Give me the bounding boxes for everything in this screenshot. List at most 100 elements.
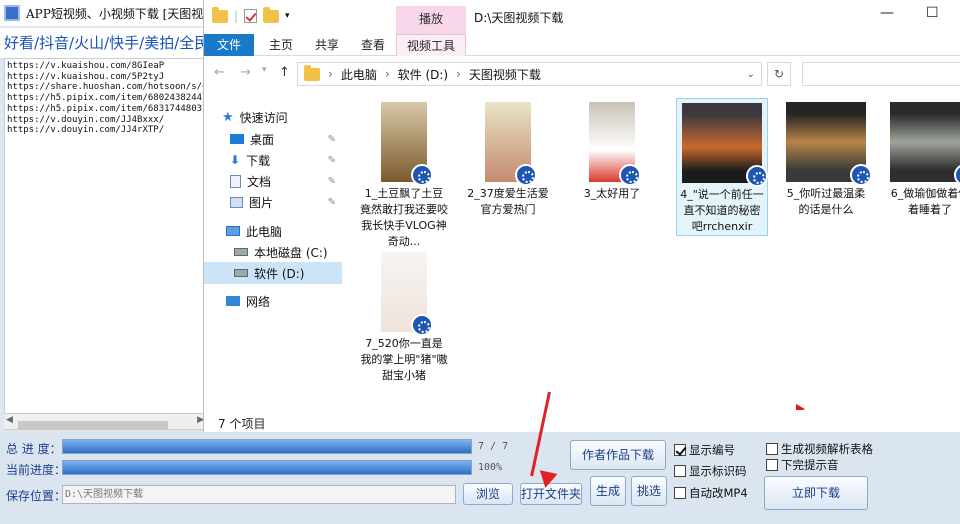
play-marker-icon [796, 404, 805, 410]
nav-label: 快速访问 [239, 110, 288, 125]
nav-label: 图片 [249, 195, 274, 210]
file-item[interactable]: 5_你听过最温柔的话是什么 [780, 98, 872, 218]
forward-icon[interactable]: → [240, 65, 251, 80]
pick-button[interactable]: 挑选 [631, 476, 667, 506]
status-bar: 7 个项目 [218, 417, 266, 431]
checkbox-box[interactable] [674, 487, 686, 499]
download-now-button[interactable]: 立即下载 [764, 476, 868, 510]
minimize-icon[interactable]: — [880, 5, 894, 21]
explorer-titlebar: | ▾ 播放 D:\天图视频下载 — ☐ [204, 0, 960, 34]
breadcrumb-item[interactable]: 软件 (D:) [398, 66, 448, 83]
show-id-checkbox[interactable]: 显示标识码 [674, 463, 747, 479]
network-icon [226, 296, 240, 306]
new-folder-icon[interactable] [263, 6, 280, 23]
checkbox-box[interactable] [766, 443, 778, 455]
checkbox-label: 自动改MP4 [689, 486, 748, 500]
file-item[interactable]: 7_520你一直是我的掌上明"猪"嗷甜宝小猪 [358, 248, 450, 384]
file-list: 1_土豆飘了土豆竟然敢打我还要咬我长快手VLOG神奇动... 2_37度爱生活爱… [344, 92, 960, 410]
scroll-thumb[interactable] [18, 421, 168, 430]
total-progress-bar [62, 439, 472, 454]
checkbox-box[interactable] [674, 465, 686, 477]
url-line: https://v.kuaishou.com/5P2tyJ [7, 71, 165, 82]
chevron-right-icon: › [456, 67, 461, 81]
screen: APP短视频、小视频下载 [天图视 好看/抖音/火山/快手/美拍/全民 http… [0, 0, 960, 524]
maximize-icon[interactable]: ☐ [926, 5, 939, 21]
tab-share[interactable]: 共享 [310, 34, 344, 56]
up-icon[interactable]: ↑ [279, 65, 290, 80]
show-number-checkbox[interactable]: 显示编号 [674, 442, 735, 458]
author-works-download-button[interactable]: 作者作品下载 [570, 440, 666, 470]
picture-icon [230, 196, 243, 208]
video-thumbnail [890, 102, 960, 186]
breadcrumb-item[interactable]: 天图视频下载 [469, 66, 541, 83]
customize-toolbar-icon[interactable]: ▾ [285, 11, 290, 21]
explorer-window: | ▾ 播放 D:\天图视频下载 — ☐ 文件 主页 共享 查看 视频工具 ← … [203, 0, 960, 432]
refresh-icon[interactable]: ↻ [767, 62, 791, 86]
file-item[interactable]: 1_土豆飘了土豆竟然敢打我还要咬我长快手VLOG神奇动... [358, 98, 450, 250]
star-icon: ★ [222, 109, 234, 125]
chevron-down-icon[interactable]: ⌄ [747, 69, 755, 80]
video-badge-icon [746, 165, 768, 187]
file-item[interactable]: 3_太好用了 [566, 98, 658, 202]
url-input-area[interactable]: https://v.kuaishou.com/8GIeaP https://v.… [4, 58, 206, 430]
tab-view[interactable]: 查看 [356, 34, 390, 56]
auto-mp4-checkbox[interactable]: 自动改MP4 [674, 485, 748, 501]
nav-documents[interactable]: 文档 ✎ [230, 170, 340, 192]
checkbox-box[interactable] [766, 459, 778, 471]
nav-quick-access[interactable]: ★ 快速访问 [222, 106, 360, 128]
checkbox-box[interactable] [674, 444, 686, 456]
address-box[interactable]: › 此电脑 › 软件 (D:) › 天图视频下载 ⌄ [297, 62, 762, 86]
browse-button[interactable]: 浏览 [463, 483, 513, 505]
pin-icon: ✎ [327, 175, 336, 187]
nav-label: 本地磁盘 (C:) [254, 245, 328, 260]
properties-icon[interactable] [244, 9, 258, 23]
tab-home[interactable]: 主页 [264, 34, 298, 56]
tab-file[interactable]: 文件 [204, 34, 254, 56]
file-item[interactable]: 2_37度爱生活爱官方爱热门 [462, 98, 554, 218]
gen-table-checkbox[interactable]: 生成视频解析表格 [766, 441, 873, 457]
total-progress-label: 总 进 度： [6, 442, 62, 456]
url-line: https://v.douyin.com/JJ4rXTP/ [7, 125, 165, 136]
current-progress-label: 当前进度： [6, 463, 67, 477]
save-path-field[interactable]: D:\天图视频下载 [62, 485, 456, 504]
scroll-left-icon[interactable]: ◀ [6, 415, 13, 425]
breadcrumb-item[interactable]: 此电脑 [341, 66, 377, 83]
recent-icon[interactable]: ▾ [262, 65, 267, 75]
file-item[interactable]: 6_做瑜伽做着做着睡着了 [884, 98, 960, 218]
url-horizontal-scrollbar[interactable]: ◀ ▶ [4, 413, 206, 430]
file-name: 3_太好用了 [583, 187, 641, 200]
drive-icon [234, 248, 248, 256]
tab-video-tools[interactable]: 视频工具 [396, 34, 466, 56]
progress-fill [63, 440, 471, 453]
video-thumbnail [485, 102, 537, 186]
video-thumbnail [381, 252, 433, 336]
nav-label: 下载 [246, 153, 271, 168]
file-name: 6_做瑜伽做着做着睡着了 [890, 187, 960, 216]
url-line: https://share.huoshan.com/hotsoon/s/0 [7, 82, 206, 93]
url-line: https://v.kuaishou.com/8GIeaP [7, 61, 165, 71]
nav-pictures[interactable]: 图片 ✎ [230, 191, 340, 213]
file-name: 7_520你一直是我的掌上明"猪"嗷甜宝小猪 [360, 337, 448, 382]
quick-access-toolbar: | ▾ [212, 6, 290, 23]
nav-label: 软件 (D:) [254, 266, 305, 281]
app-title: APP短视频、小视频下载 [天图视 [26, 6, 204, 21]
pin-icon: ✎ [327, 133, 336, 145]
video-badge-icon [850, 164, 872, 186]
generate-button[interactable]: 生成 [590, 476, 626, 506]
video-badge-icon [515, 164, 537, 186]
document-icon [230, 174, 241, 188]
back-icon[interactable]: ← [214, 65, 225, 80]
url-line: https://h5.pipix.com/item/68317448037 [7, 103, 206, 114]
folder-icon [304, 64, 320, 81]
desktop-icon [230, 134, 244, 144]
ribbon-tabs: 文件 主页 共享 查看 视频工具 [204, 34, 960, 56]
nav-desktop[interactable]: 桌面 ✎ [230, 128, 340, 150]
file-item[interactable]: 4_"说一个前任一直不知道的秘密吧rrchenxir [676, 98, 768, 236]
video-thumbnail [786, 102, 872, 186]
video-thumbnail [381, 102, 433, 186]
done-sound-checkbox[interactable]: 下完提示音 [766, 457, 839, 473]
folder-icon [212, 6, 228, 23]
nav-drive-d[interactable]: 软件 (D:) [204, 262, 342, 284]
nav-downloads[interactable]: ⬇ 下载 ✎ [230, 149, 340, 171]
search-input[interactable] [802, 62, 960, 86]
